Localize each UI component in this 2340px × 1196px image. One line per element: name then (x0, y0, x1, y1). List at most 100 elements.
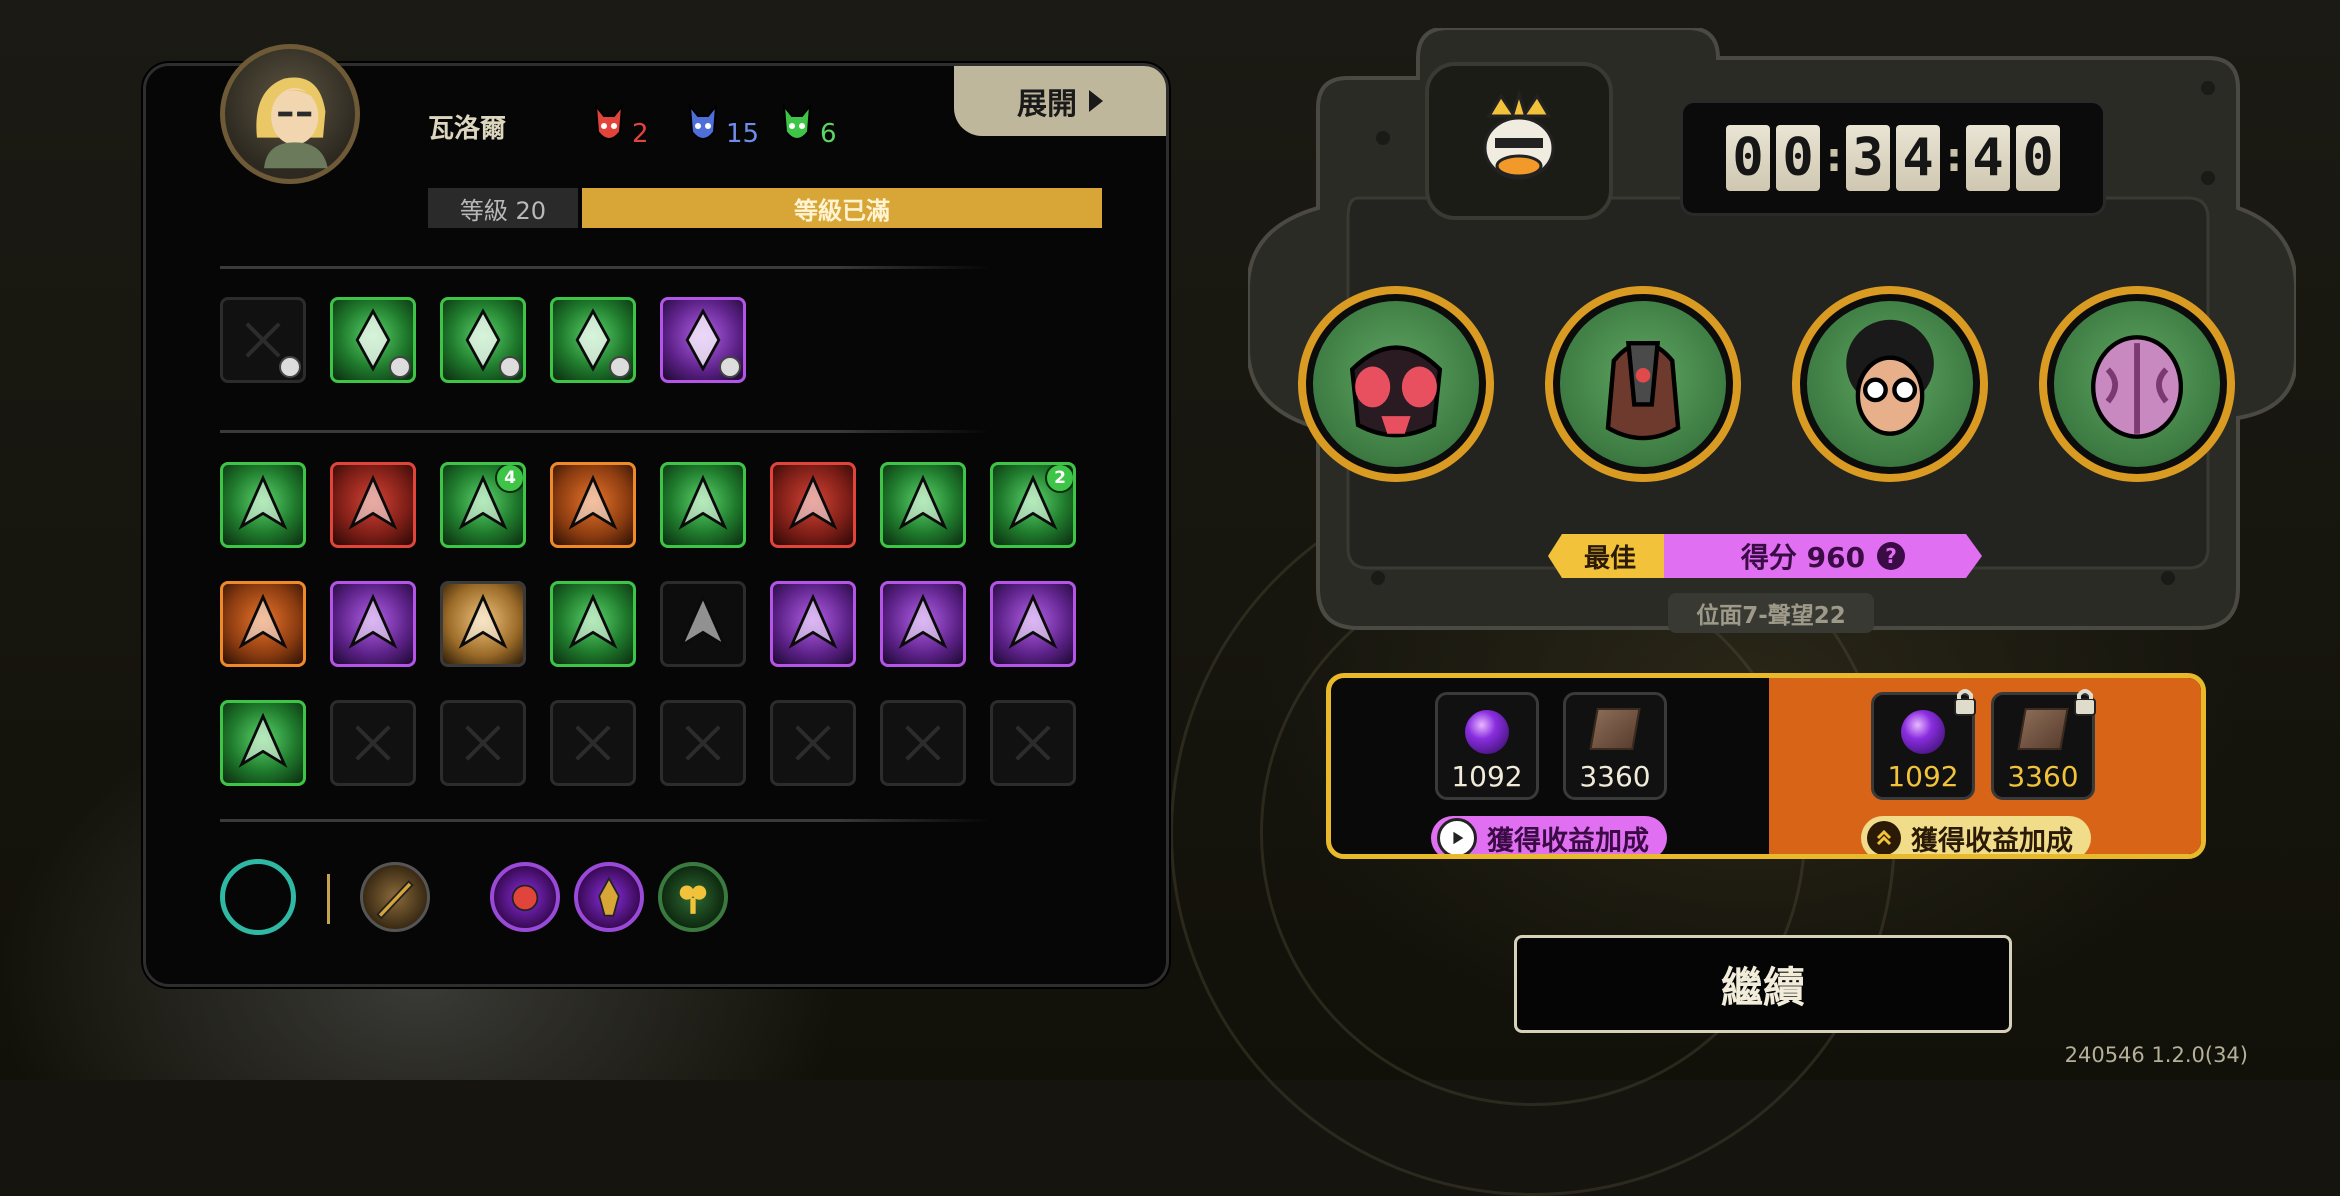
green-spikes-skill-icon[interactable] (440, 297, 526, 383)
purple-mask-skill-icon[interactable] (660, 297, 746, 383)
boosted-reward-orb: 1092 (1871, 689, 1976, 800)
play-arrow-icon (1089, 90, 1103, 112)
green-crystal-skill-icon[interactable] (550, 297, 636, 383)
red-demon-icon (594, 102, 624, 140)
reward-book: 3360 (1563, 692, 1667, 800)
green-claws-relic-icon[interactable] (660, 581, 746, 667)
red-fang-relic-icon[interactable] (330, 462, 416, 548)
stat-red-value: 2 (632, 119, 649, 149)
rewards-panel: 1092 3360 獲得收益加成 1092 3360 獲得收益加成 (1326, 673, 2206, 859)
element-badge-icon (609, 356, 631, 378)
expand-button[interactable]: 展開 (954, 66, 1166, 136)
reward-value: 1092 (1451, 760, 1523, 793)
timer-digit: 4 (1966, 125, 2010, 191)
purple-orb-icon (1901, 710, 1945, 754)
purple-hand-relic-icon[interactable]: 2 (990, 462, 1076, 548)
rank-bonus-button[interactable]: 獲得收益加成 (1861, 816, 2091, 857)
empty-skill-slot[interactable] (220, 297, 306, 383)
ad-bonus-label: 獲得收益加成 (1487, 825, 1649, 857)
stack-count-badge: 2 (1045, 465, 1073, 493)
gold-helmet-relic-icon[interactable] (220, 581, 306, 667)
version-label: 240546 1.2.0(34) (2064, 1043, 2248, 1067)
green-shards-relic-icon[interactable]: 4 (440, 462, 526, 548)
element-badge-icon (719, 356, 741, 378)
timer-digit: 4 (1896, 125, 1940, 191)
hero-avatar (220, 44, 360, 184)
level-label: 等級 20 (428, 188, 578, 228)
pink-rose-relic-icon[interactable] (220, 700, 306, 786)
divider (220, 266, 990, 269)
green-horns-relic-icon[interactable] (220, 462, 306, 548)
enemy-portrait-2 (1545, 286, 1741, 482)
hero-panel: 瓦洛爾 2 15 6 展開 等級 20 等級已滿 4 2 (143, 44, 1169, 987)
reward-orb: 1092 (1435, 692, 1539, 800)
red-bug-portrait-icon (1349, 345, 1443, 438)
green-burst-skill-icon[interactable] (330, 297, 416, 383)
blue-demon-icon (688, 102, 718, 140)
level-bar: 等級已滿 (582, 188, 1102, 228)
empty-equip-slot[interactable] (220, 859, 296, 935)
element-badge-icon (499, 356, 521, 378)
lock-icon (1954, 689, 1976, 716)
timer-digit: 3 (1846, 125, 1890, 191)
empty-relic-slot (440, 700, 526, 786)
purple-arrow-relic-icon[interactable] (880, 462, 966, 548)
gold-ring-relic-icon[interactable] (330, 581, 416, 667)
dagger-equip-icon[interactable] (360, 862, 430, 932)
orange-flame-relic-icon[interactable] (550, 462, 636, 548)
enemy-portrait-4 (2039, 286, 2235, 482)
stat-blue: 15 (686, 102, 759, 148)
run-timer: 0 0 : 3 4 : 4 0 (1680, 100, 2106, 216)
ad-bonus-button[interactable]: 獲得收益加成 (1431, 816, 1667, 857)
continue-button[interactable]: 繼續 (1514, 935, 2012, 1033)
divider (220, 819, 990, 822)
hero-name: 瓦洛爾 (428, 114, 507, 144)
level-status: 等級已滿 (794, 196, 890, 225)
rank-chevron-icon (1867, 821, 1901, 854)
timer-digit: 0 (1726, 125, 1770, 191)
stage-label: 位面7-聲望22 (1668, 593, 1874, 633)
reward-value: 1092 (1887, 760, 1959, 793)
empty-relic-slot (660, 700, 746, 786)
stat-blue-value: 15 (726, 119, 760, 149)
element-badge-icon (279, 356, 301, 378)
green-demon-icon (782, 102, 812, 140)
empty-relic-slot (880, 700, 966, 786)
timer-colon: : (1946, 135, 1962, 181)
book-icon (2017, 708, 2069, 750)
beak-creature-portrait-icon (1605, 340, 1681, 441)
fist-equip-icon[interactable] (490, 862, 560, 932)
book-icon (1589, 708, 1641, 750)
purple-crown-relic-icon[interactable] (770, 581, 856, 667)
gold-sun-relic-icon[interactable] (440, 581, 526, 667)
stat-green-value: 6 (820, 119, 837, 149)
element-badge-icon (389, 356, 411, 378)
help-icon[interactable]: ? (1877, 542, 1905, 570)
enemy-portrait-1 (1298, 286, 1494, 482)
timer-digit: 0 (2016, 125, 2060, 191)
stat-green: 6 (780, 102, 837, 148)
level-bar-fill: 等級已滿 (582, 188, 1102, 228)
gold-drops-equip-icon[interactable] (658, 862, 728, 932)
crowned-duck-icon (1483, 88, 1555, 180)
blue-vortex-relic-icon[interactable] (990, 581, 1076, 667)
empty-relic-slot (550, 700, 636, 786)
purple-web-relic-icon[interactable] (550, 581, 636, 667)
rank-bonus-label: 獲得收益加成 (1911, 825, 2073, 857)
score-bar: 得分 960 ? (1664, 534, 1982, 578)
divider (220, 430, 990, 433)
gold-warrior-equip-icon[interactable] (574, 862, 644, 932)
purple-beast-relic-icon[interactable] (770, 462, 856, 548)
reward-value: 3360 (1579, 760, 1651, 793)
play-video-icon (1437, 818, 1477, 854)
purple-storm-relic-icon[interactable] (880, 581, 966, 667)
stat-red: 2 (592, 102, 649, 148)
expand-label: 展開 (1017, 87, 1077, 122)
equip-separator (327, 874, 330, 924)
pink-brain-portrait-icon (2090, 335, 2184, 439)
boosted-reward-book: 3360 (1991, 689, 2096, 800)
green-slash-relic-icon[interactable] (660, 462, 746, 548)
empty-relic-slot (770, 700, 856, 786)
timer-digit: 0 (1776, 125, 1820, 191)
empty-relic-slot (990, 700, 1076, 786)
